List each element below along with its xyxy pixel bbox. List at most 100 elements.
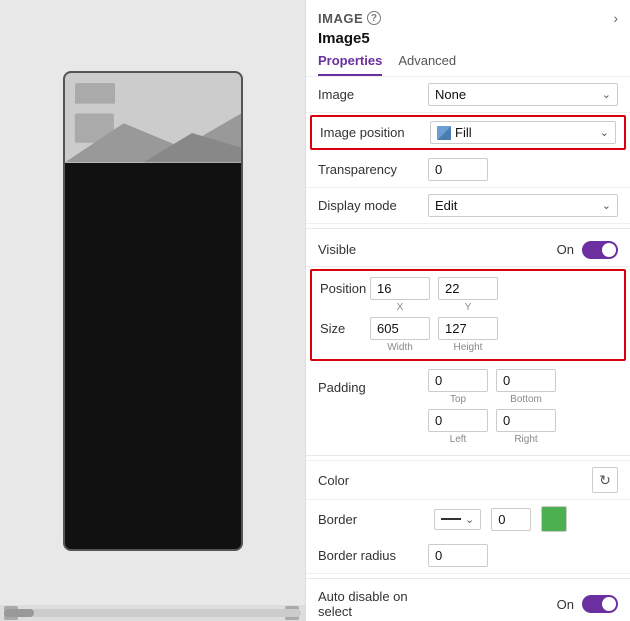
border-style-chevron: ⌄ [465,513,474,526]
position-inputs: X Y [370,277,616,313]
border-color-swatch[interactable] [541,506,567,532]
canvas-scrollbar[interactable] [4,609,301,617]
padding-left-cell: Left [428,409,488,445]
visible-value: On [428,241,618,259]
visible-on-text: On [557,242,574,257]
panel-expand-icon[interactable]: › [613,10,618,26]
phone-image-area [65,73,241,163]
auto-disable-value: On [428,595,618,613]
padding-label: Padding [318,380,428,395]
display-mode-label: Display mode [318,198,428,213]
position-x-input[interactable] [370,277,430,300]
image-position-chevron: ⌄ [600,126,609,139]
color-label: Color [318,473,428,488]
padding-left-input[interactable] [428,409,488,432]
divider-2 [306,455,630,456]
display-mode-value: Edit ⌄ [428,194,618,217]
color-row: Color ↻ [306,460,630,499]
padding-top-row: Padding Top Bottom [318,369,618,405]
border-label: Border [318,512,428,527]
border-style-dropdown[interactable]: ⌄ [434,509,481,530]
transparency-label: Transparency [318,162,428,177]
image-dropdown[interactable]: None ⌄ [428,83,618,106]
image-label: Image [318,87,428,102]
position-y-input[interactable] [438,277,498,300]
panel-header: IMAGE ? › Image5 Properties Advanced [306,0,630,77]
info-icon[interactable]: ? [367,11,381,25]
size-width-cell: Width [370,317,430,353]
size-inputs: Width Height [370,317,616,353]
image-position-dropdown[interactable]: Fill ⌄ [430,121,616,144]
position-y-label: Y [465,302,472,313]
transparency-input[interactable] [428,158,488,181]
border-radius-input[interactable] [428,544,488,567]
border-radius-label: Border radius [318,548,428,563]
transparency-value [428,158,618,181]
size-width-input[interactable] [370,317,430,340]
phone-preview [63,71,243,551]
size-width-label: Width [387,342,413,353]
position-row: Position X Y [320,277,616,313]
auto-disable-label: Auto disable on select [318,589,428,619]
canvas-area [0,0,305,621]
size-height-cell: Height [438,317,498,353]
canvas-bottom-bar [0,605,305,621]
padding-top-bottom: Top Bottom [428,369,556,405]
border-radius-value [428,544,618,567]
padding-left-label: Left [450,434,467,445]
position-x-cell: X [370,277,430,313]
padding-right-cell: Right [496,409,556,445]
padding-left-right: Left Right [428,409,618,445]
panel-type-label: IMAGE ? [318,11,381,26]
display-mode-dropdown-text: Edit [435,198,457,213]
position-y-cell: Y [438,277,498,313]
image-dropdown-chevron: ⌄ [602,88,611,101]
auto-disable-toggle[interactable] [582,595,618,613]
position-size-block: Position X Y Size [310,269,626,361]
panel-type-text: IMAGE [318,11,363,26]
panel-tabs: Properties Advanced [318,53,618,76]
visible-toggle[interactable] [582,241,618,259]
color-swatch-button[interactable]: ↻ [592,467,618,493]
size-label: Size [320,317,370,336]
size-height-input[interactable] [438,317,498,340]
auto-disable-row: Auto disable on select On [306,583,630,621]
image-position-label: Image position [320,125,430,140]
image-position-row: Image position Fill ⌄ [310,115,626,150]
panel-body: Image None ⌄ Image position Fill ⌄ [306,77,630,621]
color-value: ↻ [428,467,618,493]
padding-top-label: Top [450,394,466,405]
padding-bottom-label: Bottom [510,394,542,405]
image-value: None ⌄ [428,83,618,106]
border-thickness-input[interactable] [491,508,531,531]
padding-bottom-cell: Bottom [496,369,556,405]
tab-advanced[interactable]: Advanced [398,53,456,76]
tab-properties[interactable]: Properties [318,53,382,76]
display-mode-row: Display mode Edit ⌄ [306,188,630,224]
auto-disable-on-text: On [557,597,574,612]
divider-3 [306,578,630,579]
visible-row: Visible On [306,233,630,267]
padding-section: Padding Top Bottom Left [306,363,630,451]
padding-top-cell: Top [428,369,488,405]
border-line-icon [441,518,461,520]
display-mode-chevron: ⌄ [602,199,611,212]
position-x-label: X [397,302,404,313]
image-dropdown-text: None [435,87,466,102]
properties-panel: IMAGE ? › Image5 Properties Advanced Ima… [305,0,630,621]
position-label: Position [320,277,370,296]
visible-label: Visible [318,242,428,257]
canvas-scroll-thumb[interactable] [4,609,34,617]
border-radius-row: Border radius [306,538,630,574]
padding-right-input[interactable] [496,409,556,432]
padding-top-input[interactable] [428,369,488,392]
image-row: Image None ⌄ [306,77,630,113]
display-mode-dropdown[interactable]: Edit ⌄ [428,194,618,217]
phone-body [65,163,241,549]
padding-bottom-input[interactable] [496,369,556,392]
image-position-value: Fill ⌄ [430,121,616,144]
transparency-row: Transparency [306,152,630,188]
image-position-dropdown-text: Fill [455,125,472,140]
fill-icon [437,126,451,140]
panel-title: Image5 [318,30,618,47]
